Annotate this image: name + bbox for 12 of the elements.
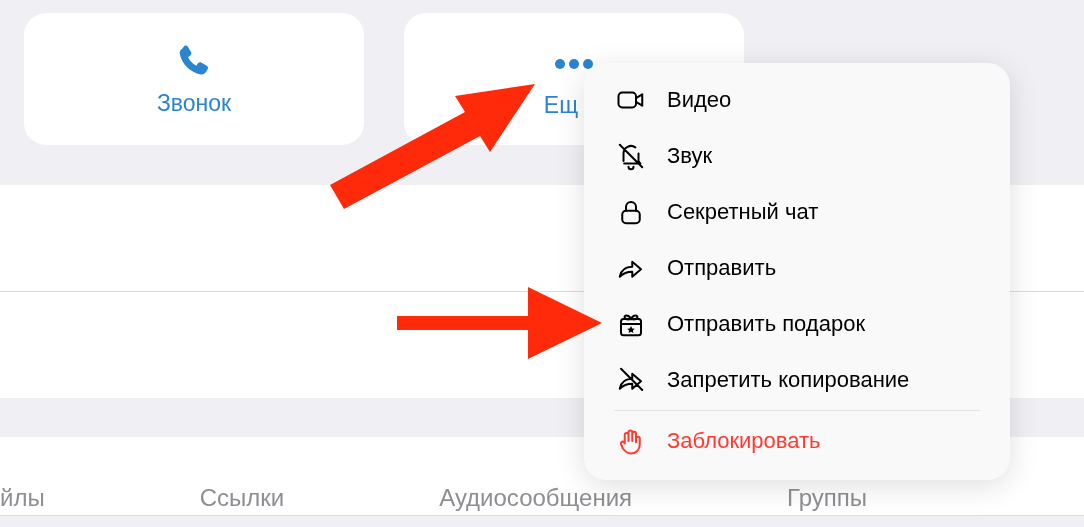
- media-tab[interactable]: йлы: [0, 484, 45, 511]
- muted-bell-icon: [616, 141, 646, 171]
- more-icon: [553, 57, 595, 70]
- menu-item[interactable]: Отправить: [584, 240, 1010, 296]
- media-tab[interactable]: Аудиосообщения: [439, 484, 633, 511]
- media-tab[interactable]: Ссылки: [199, 484, 285, 511]
- menu-item[interactable]: Отправить подарок: [584, 296, 1010, 352]
- menu-item[interactable]: Секретный чат: [584, 184, 1010, 240]
- media-tab[interactable]: Группы: [787, 484, 868, 511]
- menu-item[interactable]: Запретить копирование: [584, 352, 1010, 408]
- call-button[interactable]: Звонок: [24, 13, 364, 145]
- menu-item[interactable]: Заблокировать: [584, 413, 1010, 469]
